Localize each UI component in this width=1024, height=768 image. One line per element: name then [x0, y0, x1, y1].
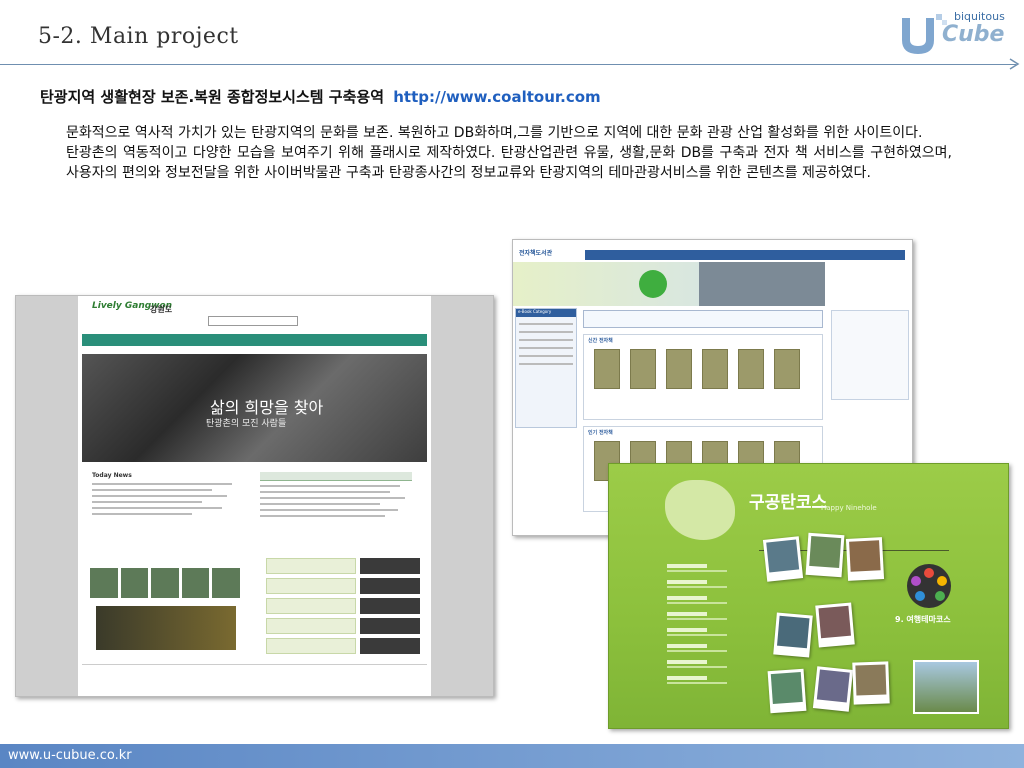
course-subtitle: Happy Ninehole [821, 504, 877, 512]
footer-bar [0, 744, 1024, 768]
portal-search-box [208, 316, 298, 326]
film-reel-icon [907, 564, 951, 608]
portal-footer [82, 664, 427, 694]
ebook-search-panel [583, 310, 823, 328]
project-title: 탄광지역 생활현장 보존.복원 종합정보시스템 구축용역 [40, 88, 384, 106]
course-photo [773, 612, 813, 658]
portal-page: Lively Gangwon 강원도 삶의 희망을 찾아 탄광촌의 모진 사람들… [78, 296, 431, 696]
news-lines [92, 483, 242, 515]
ebook-new-books [594, 349, 800, 389]
portal-name: 강원도 [150, 305, 173, 314]
portal-news-box: Today News [92, 472, 242, 552]
ebook-popular-heading: 인기 전자책 [588, 430, 613, 436]
slide-title: 5-2. Main project [38, 24, 239, 49]
ebook-nav-bar: 홈신간 전자책인기 전자책단체 전자책FAQ [585, 250, 905, 267]
portal-notice-tabs [260, 472, 412, 552]
project-url-link[interactable]: http://www.coaltour.com [393, 88, 600, 106]
portal-main-banner: 삶의 희망을 찾아 탄광촌의 모진 사람들 [82, 354, 427, 462]
course-photo [762, 536, 804, 582]
logo-word-main: Cube [942, 22, 1005, 47]
portal-photo-thumbnails [90, 568, 240, 598]
course-photo [767, 668, 807, 714]
course-photo [812, 666, 854, 712]
course-photo [805, 532, 845, 578]
ebook-logo: 전자책도서관 [519, 250, 553, 257]
title-divider [0, 64, 1016, 65]
company-logo: biquitous Cube [898, 8, 1014, 58]
portal-promo-banner [96, 606, 236, 650]
course-photo [845, 537, 885, 581]
course-photo [815, 602, 855, 648]
banner-subtitle: 탄광촌의 모진 사람들 [206, 419, 287, 429]
page-background-left [16, 296, 78, 696]
course-theme-label: 9. 여행테마코스 [895, 615, 951, 624]
description-paragraph-1: 문화적으로 역사적 가치가 있는 탄광지역의 문화를 보존. 복원하고 DB화하… [66, 125, 923, 141]
banner-title: 삶의 희망을 찾아 [210, 398, 324, 417]
portal-quick-links [266, 558, 356, 658]
screenshot-ninehole-course: 구공탄코스 Happy Ninehole 9. 여행테마코스 [608, 463, 1009, 729]
portal-nav-bar [82, 334, 427, 346]
arrow-right-icon [1009, 58, 1020, 70]
ebook-new-heading: 신간 전자책 [588, 338, 613, 344]
notice-tab-bar [260, 472, 412, 481]
ebook-banner-photo [699, 262, 825, 306]
ebook-new-section: 신간 전자책 [583, 334, 823, 420]
project-heading: 탄광지역 생활현장 보존.복원 종합정보시스템 구축용역 http://www.… [40, 86, 601, 107]
screenshot-gangwon-portal: Lively Gangwon 강원도 삶의 희망을 찾아 탄광촌의 모진 사람들… [15, 295, 494, 697]
footer-url: www.u-cubue.co.kr [8, 748, 132, 763]
news-heading: Today News [92, 472, 132, 479]
course-menu-list [667, 564, 757, 714]
project-description: 문화적으로 역사적 가치가 있는 탄광지역의 문화를 보존. 복원하고 DB화하… [66, 123, 952, 183]
course-landscape-photo [913, 660, 979, 714]
description-paragraph-2: 탄광촌의 역동적이고 다양한 모습을 보여주기 위해 플래시로 제작하였다. 탄… [66, 145, 952, 181]
notice-lines [260, 485, 412, 517]
portal-service-links [360, 558, 420, 658]
ebook-right-panel [831, 310, 909, 400]
course-region-map [665, 480, 735, 540]
ebook-category-menu: e-Book Category [515, 308, 577, 428]
course-title: 구공탄코스 [749, 493, 828, 513]
ebook-category-heading: e-Book Category [516, 309, 576, 317]
course-photo [852, 661, 890, 705]
page-background-right [431, 296, 493, 696]
ebook-e-logo-icon [639, 270, 667, 298]
